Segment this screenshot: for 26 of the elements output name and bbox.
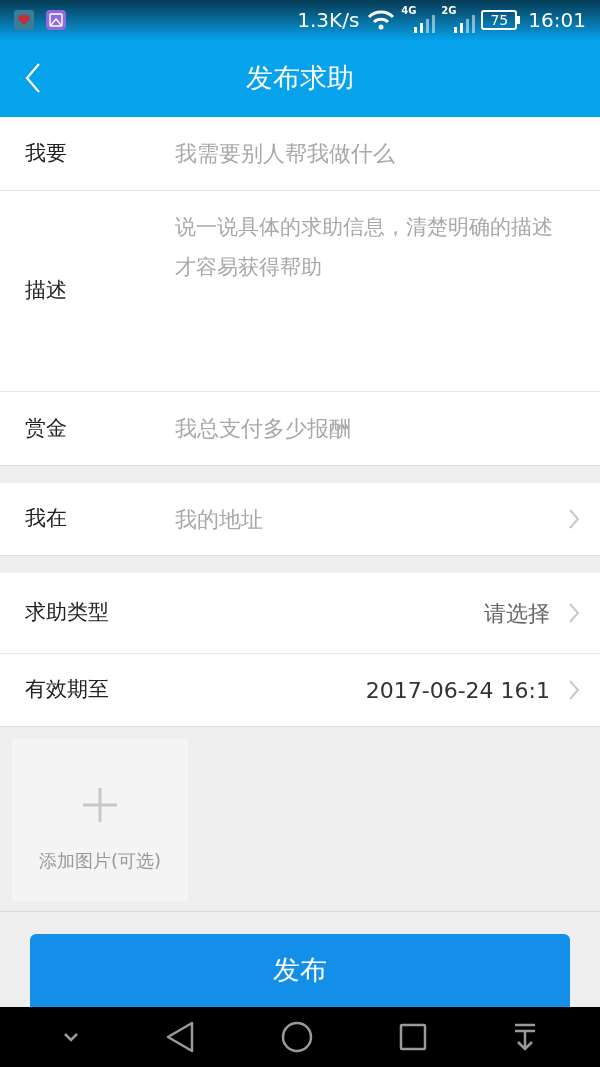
list-row[interactable]: 有效期至 2017-06-24 16:1 xyxy=(0,654,600,727)
recents-nav-icon[interactable] xyxy=(399,1023,427,1051)
list-row[interactable]: 求助类型 请选择 xyxy=(0,573,600,654)
network-speed: 1.3K/s xyxy=(297,7,360,34)
notification-drawer-icon[interactable] xyxy=(513,1023,537,1051)
list-row[interactable]: 我在 我的地址 xyxy=(0,483,600,556)
wifi-icon xyxy=(367,9,396,31)
signal-icon xyxy=(413,15,436,33)
network-type-label: 4G xyxy=(401,4,417,18)
back-nav-icon[interactable] xyxy=(165,1021,195,1053)
chevron-down-icon[interactable] xyxy=(63,1032,79,1042)
chevron-right-icon xyxy=(568,679,580,701)
signal-icon xyxy=(453,15,476,33)
home-nav-icon[interactable] xyxy=(281,1021,313,1053)
gallery-notification-icon xyxy=(46,10,66,30)
network-type-label: 2G xyxy=(441,4,457,18)
chevron-right-icon xyxy=(568,602,580,624)
field-label: 我要 xyxy=(25,139,68,167)
page-title: 发布求助 xyxy=(246,61,354,96)
battery-level: 75 xyxy=(481,10,518,30)
plus-icon xyxy=(82,787,118,823)
status-time: 16:01 xyxy=(528,7,586,34)
field-label: 描述 xyxy=(25,277,68,305)
field-label: 赏金 xyxy=(25,414,68,442)
app-notification-icon xyxy=(14,10,34,30)
chevron-right-icon xyxy=(568,508,580,530)
